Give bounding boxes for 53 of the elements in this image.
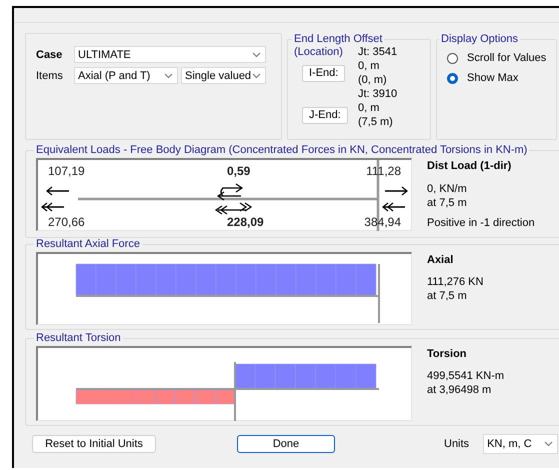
arrow-icon [385, 186, 408, 196]
arrow-icon [41, 202, 64, 212]
units-dropdown[interactable]: KN, m, C [483, 434, 558, 454]
mode-dropdown[interactable]: Single valued [181, 67, 266, 84]
torsion-arrow-icon [214, 202, 252, 215]
side-heading: Axial [427, 254, 454, 266]
reset-button[interactable]: Reset to Initial Units [32, 435, 156, 453]
option-label[interactable]: Scroll for Values [467, 51, 546, 65]
side-heading: Torsion [427, 348, 468, 360]
force-value: 270,66 [48, 215, 85, 229]
load-location: at 7,5 m [427, 196, 468, 210]
radio-button[interactable] [447, 72, 458, 84]
caret-icon [164, 72, 173, 78]
offset-value: 0, m [358, 59, 380, 73]
force-value: 0,59 [227, 164, 250, 178]
option-label[interactable]: Show Max [467, 71, 518, 85]
offset-value: 0, m [358, 101, 380, 115]
group-subtitle: (Location) [294, 46, 344, 58]
joint-label: Jt: 3541 [358, 45, 398, 59]
torsion-arrow-icon [216, 183, 244, 201]
done-button[interactable]: Done [237, 435, 335, 453]
case-dropdown[interactable]: ULTIMATE [74, 46, 266, 63]
side-heading: Dist Load (1-dir) [427, 160, 512, 172]
section-title: Equivalent Loads - Free Body Diagram (Concentrated Forces in KN, Concentrated Torsions in KN-m) [35, 144, 528, 156]
force-value: 111,28 [366, 164, 401, 178]
location-value: (0, m) [358, 73, 388, 87]
max-location: at 3,96498 m [427, 383, 492, 397]
caret-icon [252, 72, 261, 78]
group-title: Display Options [440, 33, 520, 45]
caret-icon [544, 441, 554, 447]
end-button[interactable]: J-End: [302, 106, 348, 124]
max-value: 111,276 KN [427, 275, 484, 289]
case-label: Case [36, 48, 64, 60]
end-button[interactable]: I-End: [302, 64, 346, 82]
direction-note: Positive in -1 direction [427, 216, 535, 230]
caret-icon [252, 52, 261, 58]
force-value: 107,19 [48, 164, 85, 178]
radio-button[interactable] [447, 52, 458, 64]
location-value: (7,5 m) [358, 115, 394, 129]
section-title: Resultant Axial Force [35, 238, 141, 250]
items-label: Items [36, 70, 64, 82]
group-title: End Length Offset [293, 33, 384, 45]
force-value: 384,94 [364, 215, 401, 229]
section-title: Resultant Torsion [35, 332, 122, 344]
max-value: 499,5541 KN-m [427, 369, 504, 383]
load-value: 0, KN/m [427, 182, 468, 196]
arrow-icon [46, 186, 69, 196]
force-value: 228,09 [227, 215, 264, 229]
max-location: at 7,5 m [427, 289, 468, 303]
joint-label: Jt: 3910 [358, 87, 398, 101]
arrow-icon [382, 202, 405, 212]
units-label: Units [444, 437, 470, 451]
items-dropdown[interactable]: Axial (P and T) [74, 67, 178, 84]
